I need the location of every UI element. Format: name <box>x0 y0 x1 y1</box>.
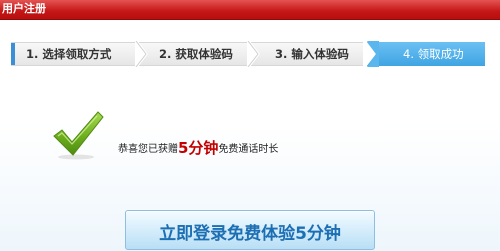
step-2-label: 2. 获取体验码 <box>159 47 233 61</box>
checkmark-icon <box>53 111 104 160</box>
step-progress-bar: 1. 选择领取方式 2. 获取体验码 3. 输入体验码 4. 领取成功 <box>11 41 485 67</box>
step-1: 1. 选择领取方式 <box>11 42 139 66</box>
success-message: 恭喜您已获赠5分钟免费通话时长 <box>118 137 278 161</box>
success-prefix: 恭喜您已获赠 <box>118 144 178 155</box>
step-4-label: 4. 领取成功 <box>403 47 464 61</box>
step-separator-icon <box>363 41 379 67</box>
login-trial-button[interactable]: 立即登录免费体验5分钟 <box>125 210 375 250</box>
login-trial-button-label: 立即登录免费体验5分钟 <box>159 224 341 244</box>
step-2: 2. 获取体验码 <box>139 42 251 66</box>
step-3: 3. 输入体验码 <box>251 42 367 66</box>
success-suffix: 免费通话时长 <box>218 144 279 155</box>
step-3-label: 3. 输入体验码 <box>275 47 349 61</box>
step-1-accent <box>11 43 15 65</box>
registration-window: 用户注册 1. 选择领取方式 2. 获取体验码 3. 输入体验码 4. 领取成功 <box>0 0 500 251</box>
title-bar[interactable]: 用户注册 <box>0 0 500 20</box>
step-1-label: 1. 选择领取方式 <box>26 47 112 61</box>
step-separator-icon <box>135 41 148 67</box>
step-separator-icon <box>247 41 260 67</box>
bonus-duration: 5分钟 <box>178 139 219 157</box>
window-title: 用户注册 <box>2 2 46 15</box>
step-4-active: 4. 领取成功 <box>367 42 485 66</box>
